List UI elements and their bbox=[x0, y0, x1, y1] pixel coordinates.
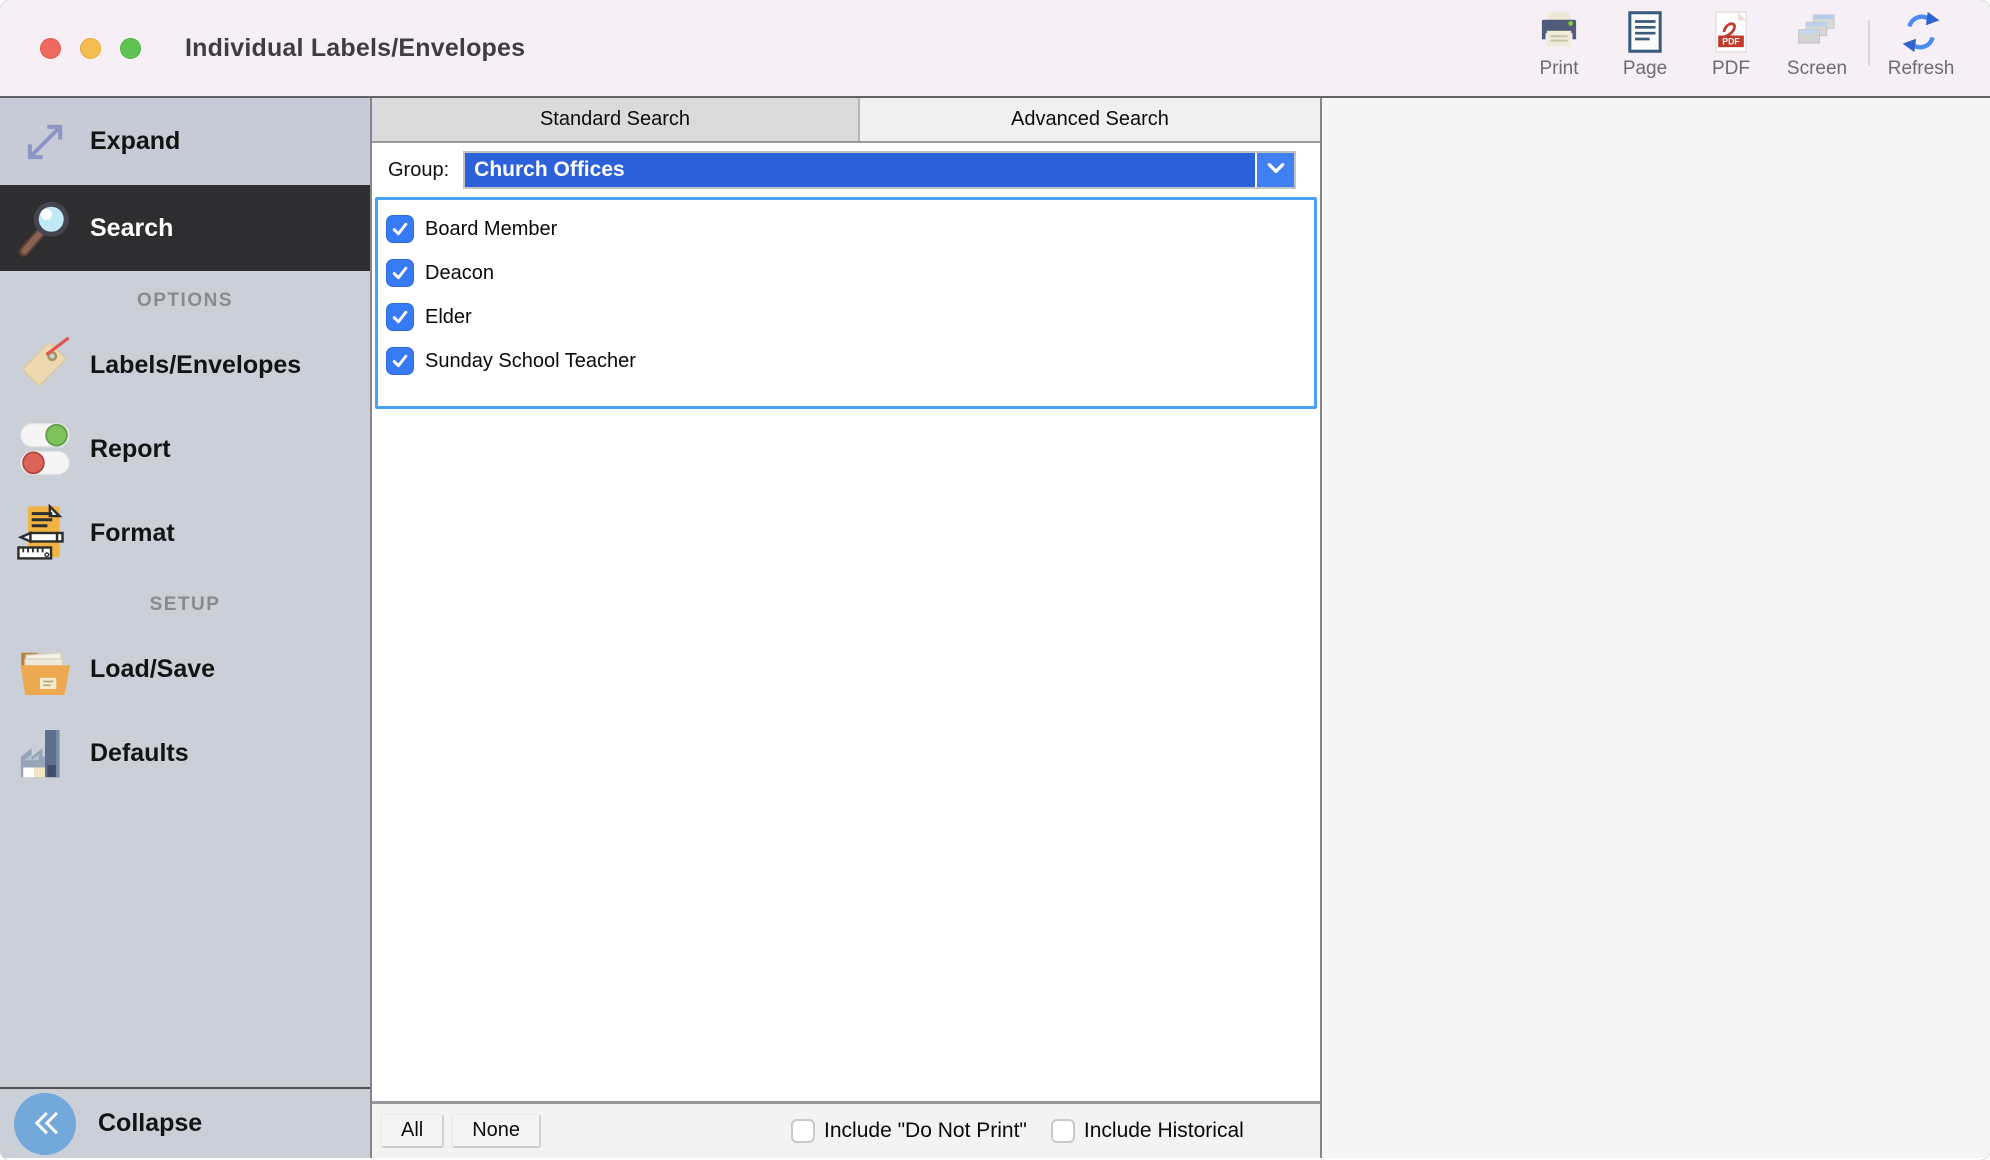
sidebar: Expand Search OPTIONS bbox=[0, 98, 372, 1158]
sidebar-item-report[interactable]: Report bbox=[0, 407, 370, 491]
tag-icon bbox=[12, 335, 78, 395]
search-icon bbox=[12, 198, 78, 258]
sidebar-section-options: OPTIONS bbox=[0, 279, 370, 323]
list-item: Sunday School Teacher bbox=[378, 339, 1314, 383]
close-button[interactable] bbox=[40, 38, 61, 59]
window-title: Individual Labels/Envelopes bbox=[185, 34, 525, 63]
collapse-icon bbox=[14, 1093, 76, 1155]
toolbar: Print Page bbox=[1516, 9, 1990, 87]
tab-advanced-search[interactable]: Advanced Search bbox=[860, 98, 1320, 141]
printer-icon bbox=[1537, 9, 1581, 55]
office-checkbox-checked[interactable] bbox=[386, 259, 414, 287]
office-list[interactable]: Board Member Deacon Elder bbox=[375, 197, 1317, 409]
minimize-button[interactable] bbox=[80, 38, 101, 59]
sidebar-item-format[interactable]: Format bbox=[0, 491, 370, 575]
toolbar-separator bbox=[1868, 20, 1870, 66]
sidebar-item-load-save[interactable]: Load/Save bbox=[0, 627, 370, 711]
tab-standard-search[interactable]: Standard Search bbox=[372, 98, 860, 141]
print-button[interactable]: Print bbox=[1516, 9, 1602, 80]
sidebar-item-defaults[interactable]: Defaults bbox=[0, 711, 370, 795]
sidebar-item-labels-envelopes[interactable]: Labels/Envelopes bbox=[0, 323, 370, 407]
group-label: Group: bbox=[388, 159, 449, 182]
sidebar-spacer bbox=[0, 795, 370, 1087]
format-icon bbox=[12, 503, 78, 563]
chevron-down-icon bbox=[1265, 158, 1287, 183]
page-icon bbox=[1624, 9, 1666, 55]
app-window: Individual Labels/Envelopes Print bbox=[0, 0, 1990, 1160]
none-button[interactable]: None bbox=[452, 1114, 541, 1148]
list-item: Board Member bbox=[378, 207, 1314, 251]
traffic-lights bbox=[0, 38, 141, 59]
results-area bbox=[372, 409, 1320, 1101]
group-dropdown-button[interactable] bbox=[1257, 153, 1294, 187]
zoom-button[interactable] bbox=[120, 38, 141, 59]
refresh-button[interactable]: Refresh bbox=[1878, 9, 1964, 80]
sidebar-item-expand[interactable]: Expand bbox=[0, 98, 370, 185]
footer-bar: All None Include "Do Not Print" Include … bbox=[372, 1101, 1320, 1158]
office-checkbox-checked[interactable] bbox=[386, 215, 414, 243]
group-row: Group: Church Offices bbox=[372, 143, 1320, 197]
content-area: Expand Search OPTIONS bbox=[0, 96, 1990, 1158]
titlebar: Individual Labels/Envelopes Print bbox=[0, 0, 1990, 96]
search-pane: Standard Search Advanced Search Group: C… bbox=[372, 98, 1322, 1158]
page-button[interactable]: Page bbox=[1602, 9, 1688, 80]
include-historical-option: Include Historical bbox=[1051, 1119, 1244, 1143]
sidebar-item-search[interactable]: Search bbox=[0, 185, 370, 271]
all-button[interactable]: All bbox=[381, 1114, 444, 1148]
list-item: Deacon bbox=[378, 251, 1314, 295]
sidebar-section-setup: SETUP bbox=[0, 583, 370, 627]
office-checkbox-checked[interactable] bbox=[386, 303, 414, 331]
tab-bar: Standard Search Advanced Search bbox=[372, 98, 1320, 143]
expand-icon bbox=[12, 114, 78, 170]
factory-icon bbox=[12, 724, 78, 782]
sidebar-item-collapse[interactable]: Collapse bbox=[0, 1087, 370, 1158]
include-do-not-print-checkbox[interactable] bbox=[791, 1119, 815, 1143]
toggles-icon bbox=[12, 419, 78, 479]
office-checkbox-checked[interactable] bbox=[386, 347, 414, 375]
preview-pane bbox=[1322, 98, 1990, 1158]
svg-text:PDF: PDF bbox=[1722, 36, 1740, 46]
refresh-icon bbox=[1899, 9, 1943, 55]
list-item: Elder bbox=[378, 295, 1314, 339]
include-do-not-print-option: Include "Do Not Print" bbox=[791, 1119, 1027, 1143]
group-dropdown-value: Church Offices bbox=[465, 153, 1255, 187]
pdf-button[interactable]: PDF PDF bbox=[1688, 9, 1774, 80]
pdf-icon: PDF bbox=[1710, 9, 1752, 55]
folder-icon bbox=[12, 639, 78, 699]
screen-icon bbox=[1795, 9, 1839, 55]
group-dropdown[interactable]: Church Offices bbox=[463, 151, 1296, 189]
include-historical-checkbox[interactable] bbox=[1051, 1119, 1075, 1143]
screen-button[interactable]: Screen bbox=[1774, 9, 1860, 80]
